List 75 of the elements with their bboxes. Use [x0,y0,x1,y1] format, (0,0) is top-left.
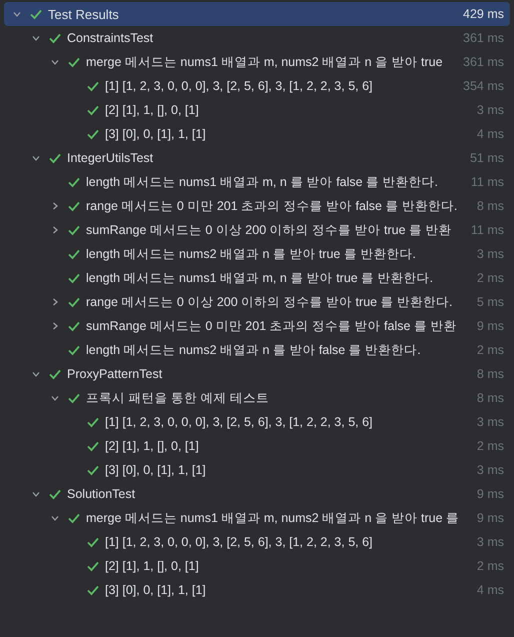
duration: 2 ms [476,439,505,453]
test-name: [1] [1, 2, 3, 0, 0, 0], 3, [2, 5, 6], 3, [1, 2, 2, 3, 5, 6] [105,415,373,429]
duration: 11 ms [470,175,505,189]
test-name: [1] [1, 2, 3, 0, 0, 0], 3, [2, 5, 6], 3, [1, 2, 2, 3, 5, 6] [105,79,373,93]
test-name: [3] [0], 0, [1], 1, [1] [105,463,206,477]
duration: 4 ms [476,583,505,597]
test-name: [3] [0], 0, [1], 1, [1] [105,583,206,597]
test-name: range 메서드는 0 미만 201 초과의 정수를 받아 false 를 반환한다. [86,198,458,214]
test-name: merge 메서드는 nums1 배열과 m, nums2 배열과 n 을 받아 true 를 [86,510,460,526]
test-name: range 메서드는 0 이상 200 이하의 정수를 받아 true 를 반환한다. [86,294,453,310]
tree-row[interactable]: [3] [0], 0, [1], 1, [1] 4 ms [4,122,510,146]
tree-row[interactable]: range 메서드는 0 미만 201 초과의 정수를 받아 false 를 반환한다. 8 ms [4,194,510,218]
duration: 3 ms [476,535,505,549]
duration: 2 ms [476,271,505,285]
duration: 3 ms [476,463,505,477]
test-name: length 메서드는 nums2 배열과 n 를 받아 false 를 반환한다. [86,342,421,358]
tree-row[interactable]: [2] [1], 1, [], 0, [1] 3 ms [4,98,510,122]
test-name: [1] [1, 2, 3, 0, 0, 0], 3, [2, 5, 6], 3, [1, 2, 2, 3, 5, 6] [105,535,373,549]
duration: 361 ms [462,31,505,45]
tree-row[interactable]: [1] [1, 2, 3, 0, 0, 0], 3, [2, 5, 6], 3, [1, 2, 2, 3, 5, 6] 354 ms [4,74,510,98]
tree-row[interactable]: [3] [0], 0, [1], 1, [1] 4 ms [4,578,510,602]
duration: 8 ms [476,367,505,381]
duration: 3 ms [476,103,505,117]
duration: 9 ms [476,487,505,501]
test-name: ConstraintsTest [67,31,154,45]
tree-row[interactable]: range 메서드는 0 이상 200 이하의 정수를 받아 true 를 반환한다. 5 ms [4,290,510,314]
test-name: 프록시 패턴을 통한 예제 테스트 [86,390,269,406]
tree-row[interactable]: sumRange 메서드는 0 미만 201 초과의 정수를 받아 false 를 반환 9 ms [4,314,510,338]
tree-row[interactable]: [1] [1, 2, 3, 0, 0, 0], 3, [2, 5, 6], 3, [1, 2, 2, 3, 5, 6] 3 ms [4,530,510,554]
tree-row[interactable]: sumRange 메서드는 0 이상 200 이하의 정수를 받아 true 를 반환 11 ms [4,218,510,242]
test-name: merge 메서드는 nums1 배열과 m, nums2 배열과 n 을 받아 true [86,54,443,70]
tree-row[interactable]: [3] [0], 0, [1], 1, [1] 3 ms [4,458,510,482]
tree-row[interactable]: [1] [1, 2, 3, 0, 0, 0], 3, [2, 5, 6], 3, [1, 2, 2, 3, 5, 6] 3 ms [4,410,510,434]
tree-row[interactable]: length 메서드는 nums1 배열과 m, n 를 받아 false 를 반환한다. 11 ms [4,170,510,194]
tree-row[interactable]: ConstraintsTest 361 ms [4,26,510,50]
duration: 5 ms [476,295,505,309]
tree-row[interactable]: merge 메서드는 nums1 배열과 m, nums2 배열과 n 을 받아 true 를 9 ms [4,506,510,530]
tree-row[interactable]: ProxyPatternTest 8 ms [4,362,510,386]
duration: 9 ms [476,511,505,525]
test-name: length 메서드는 nums1 배열과 m, n 를 받아 false 를 반환한다. [86,174,438,190]
duration: 51 ms [468,151,505,165]
test-name: [3] [0], 0, [1], 1, [1] [105,127,206,141]
tree-row[interactable]: 프록시 패턴을 통한 예제 테스트 8 ms [4,386,510,410]
test-name: ProxyPatternTest [67,367,162,381]
test-name: [2] [1], 1, [], 0, [1] [105,103,199,117]
tree-row[interactable]: IntegerUtilsTest 51 ms [4,146,510,170]
tree-row[interactable]: [2] [1], 1, [], 0, [1] 2 ms [4,434,510,458]
duration: 8 ms [476,199,505,213]
duration: 2 ms [476,559,505,573]
tree-row[interactable]: Test Results 429 ms [4,2,510,26]
tree-row[interactable]: merge 메서드는 nums1 배열과 m, nums2 배열과 n 을 받아 true 361 ms [4,50,510,74]
duration: 11 ms [470,223,505,237]
duration: 3 ms [476,415,505,429]
tree-row[interactable]: [2] [1], 1, [], 0, [1] 2 ms [4,554,510,578]
duration: 3 ms [476,247,505,261]
duration: 361 ms [462,55,505,69]
duration: 9 ms [476,319,505,333]
test-name: sumRange 메서드는 0 이상 200 이하의 정수를 받아 true 를 반환 [86,222,452,238]
tree-row[interactable]: length 메서드는 nums2 배열과 n 를 받아 false 를 반환한다. 2 ms [4,338,510,362]
test-name: length 메서드는 nums1 배열과 m, n 를 받아 true 를 반환한다. [86,270,434,286]
duration: 354 ms [462,79,505,93]
test-name: SolutionTest [67,487,136,501]
duration: 8 ms [476,391,505,405]
test-name: [2] [1], 1, [], 0, [1] [105,559,199,573]
test-name: Test Results [48,6,119,22]
test-name: length 메서드는 nums2 배열과 n 를 받아 true 를 반환한다. [86,246,416,262]
tree-row[interactable]: length 메서드는 nums2 배열과 n 를 받아 true 를 반환한다. 3 ms [4,242,510,266]
test-name: sumRange 메서드는 0 미만 201 초과의 정수를 받아 false 를 반환 [86,318,456,334]
duration: 4 ms [476,127,505,141]
test-name: IntegerUtilsTest [67,151,154,165]
test-name: [2] [1], 1, [], 0, [1] [105,439,199,453]
tree-row[interactable]: length 메서드는 nums1 배열과 m, n 를 받아 true 를 반환한다. 2 ms [4,266,510,290]
duration: 2 ms [476,343,505,357]
duration: 429 ms [462,7,505,21]
tree-row[interactable]: SolutionTest 9 ms [4,482,510,506]
